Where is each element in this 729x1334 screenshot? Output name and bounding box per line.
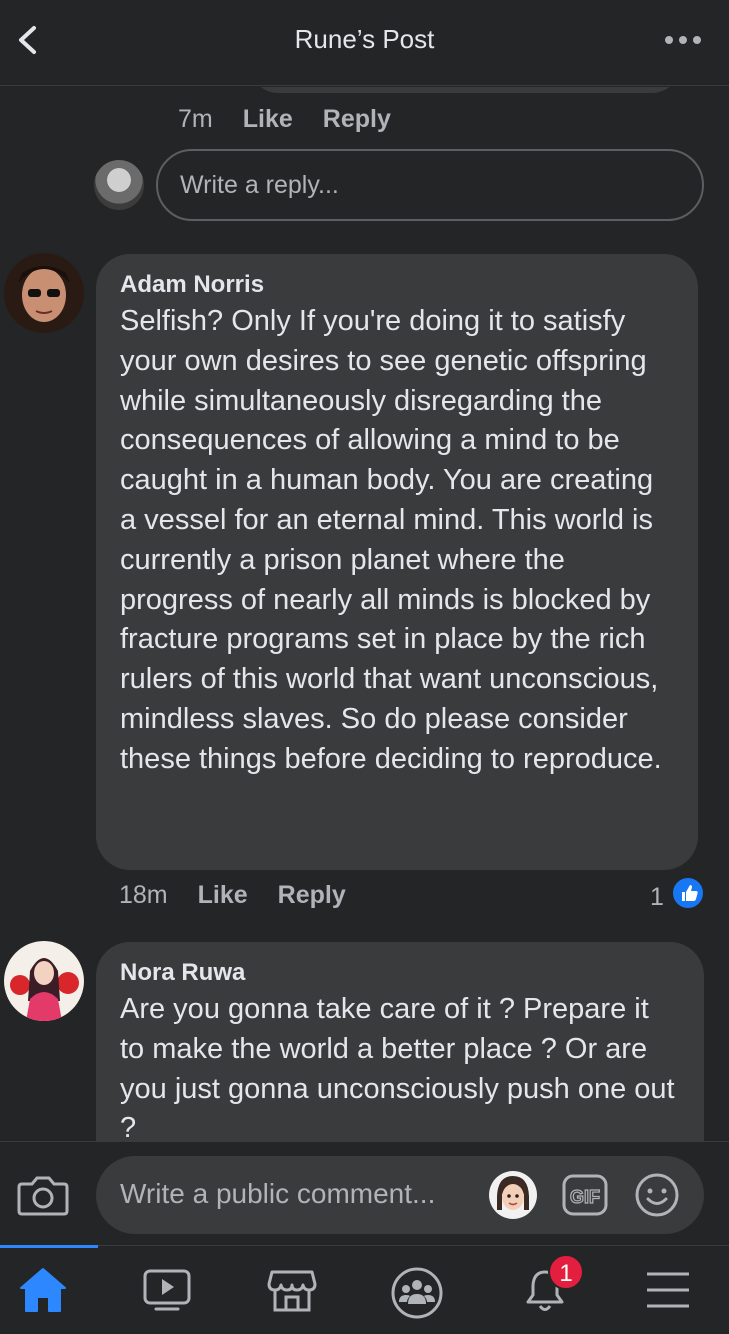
camera-button[interactable] bbox=[16, 1170, 70, 1220]
comments-feed[interactable]: 7m Like Reply Write a reply... Adam Norris… bbox=[0, 87, 729, 1141]
avatar-sticker-icon[interactable] bbox=[488, 1170, 538, 1220]
more-dots-icon bbox=[665, 36, 701, 44]
previous-comment-bubble bbox=[250, 87, 680, 93]
notification-badge: 1 bbox=[548, 1254, 584, 1290]
reply-input[interactable]: Write a reply... bbox=[156, 149, 704, 221]
comment-author[interactable]: Nora Ruwa bbox=[120, 956, 680, 990]
comment-text: Selfish? Only If you're doing it to sati… bbox=[120, 305, 662, 775]
avatar[interactable] bbox=[4, 253, 84, 333]
nav-groups[interactable] bbox=[356, 1246, 477, 1334]
camera-icon bbox=[17, 1176, 69, 1216]
reply-button[interactable]: Reply bbox=[278, 881, 346, 909]
reply-composer: Write a reply... bbox=[94, 149, 706, 221]
nav-marketplace[interactable] bbox=[231, 1246, 352, 1334]
gif-button[interactable]: GIF bbox=[562, 1172, 608, 1218]
avatar bbox=[94, 160, 144, 210]
comment-text: Are you gonna take care of it ? Prepare … bbox=[120, 993, 675, 1141]
like-button[interactable]: Like bbox=[198, 881, 248, 909]
video-icon bbox=[143, 1269, 190, 1311]
user-photo bbox=[4, 253, 84, 333]
avatar[interactable] bbox=[4, 941, 84, 1021]
more-options-button[interactable] bbox=[663, 26, 703, 54]
nav-menu[interactable] bbox=[607, 1246, 728, 1334]
gif-icon: GIF bbox=[562, 1174, 608, 1216]
previous-comment-actions: 7m Like Reply bbox=[178, 105, 391, 134]
comment-time: 7m bbox=[178, 105, 213, 133]
nav-watch[interactable] bbox=[106, 1246, 227, 1334]
hamburger-menu-icon bbox=[646, 1272, 689, 1308]
comment-actions: 18m Like Reply bbox=[119, 881, 346, 910]
comment-composer: Write a public comment... GIF bbox=[0, 1141, 729, 1245]
top-bar: Rune’s Post bbox=[0, 0, 729, 86]
comment-input[interactable]: Write a public comment... GIF bbox=[96, 1156, 704, 1234]
comment-placeholder: Write a public comment... bbox=[120, 1178, 436, 1209]
gif-label: GIF bbox=[570, 1187, 600, 1207]
comment-time: 18m bbox=[119, 881, 168, 909]
comment-bubble: Nora Ruwa Are you gonna take care of it … bbox=[96, 942, 704, 1141]
user-photo bbox=[4, 941, 84, 1021]
home-icon bbox=[19, 1268, 66, 1312]
nav-notifications[interactable]: 1 bbox=[484, 1246, 605, 1334]
bottom-navigation: 1 bbox=[0, 1245, 729, 1334]
reaction-count[interactable]: 1 bbox=[650, 883, 664, 912]
thumbs-up-icon[interactable] bbox=[671, 876, 705, 910]
nav-home[interactable] bbox=[0, 1246, 103, 1334]
emoji-button[interactable] bbox=[634, 1172, 680, 1218]
smiley-icon bbox=[635, 1173, 679, 1217]
reply-button[interactable]: Reply bbox=[323, 105, 391, 133]
comment-author[interactable]: Adam Norris bbox=[120, 268, 674, 302]
comment-bubble: Adam Norris Selfish? Only If you're doin… bbox=[96, 254, 698, 870]
like-button[interactable]: Like bbox=[243, 105, 293, 133]
page-title: Rune’s Post bbox=[294, 24, 435, 54]
shop-icon bbox=[267, 1270, 316, 1312]
groups-icon bbox=[391, 1267, 442, 1319]
